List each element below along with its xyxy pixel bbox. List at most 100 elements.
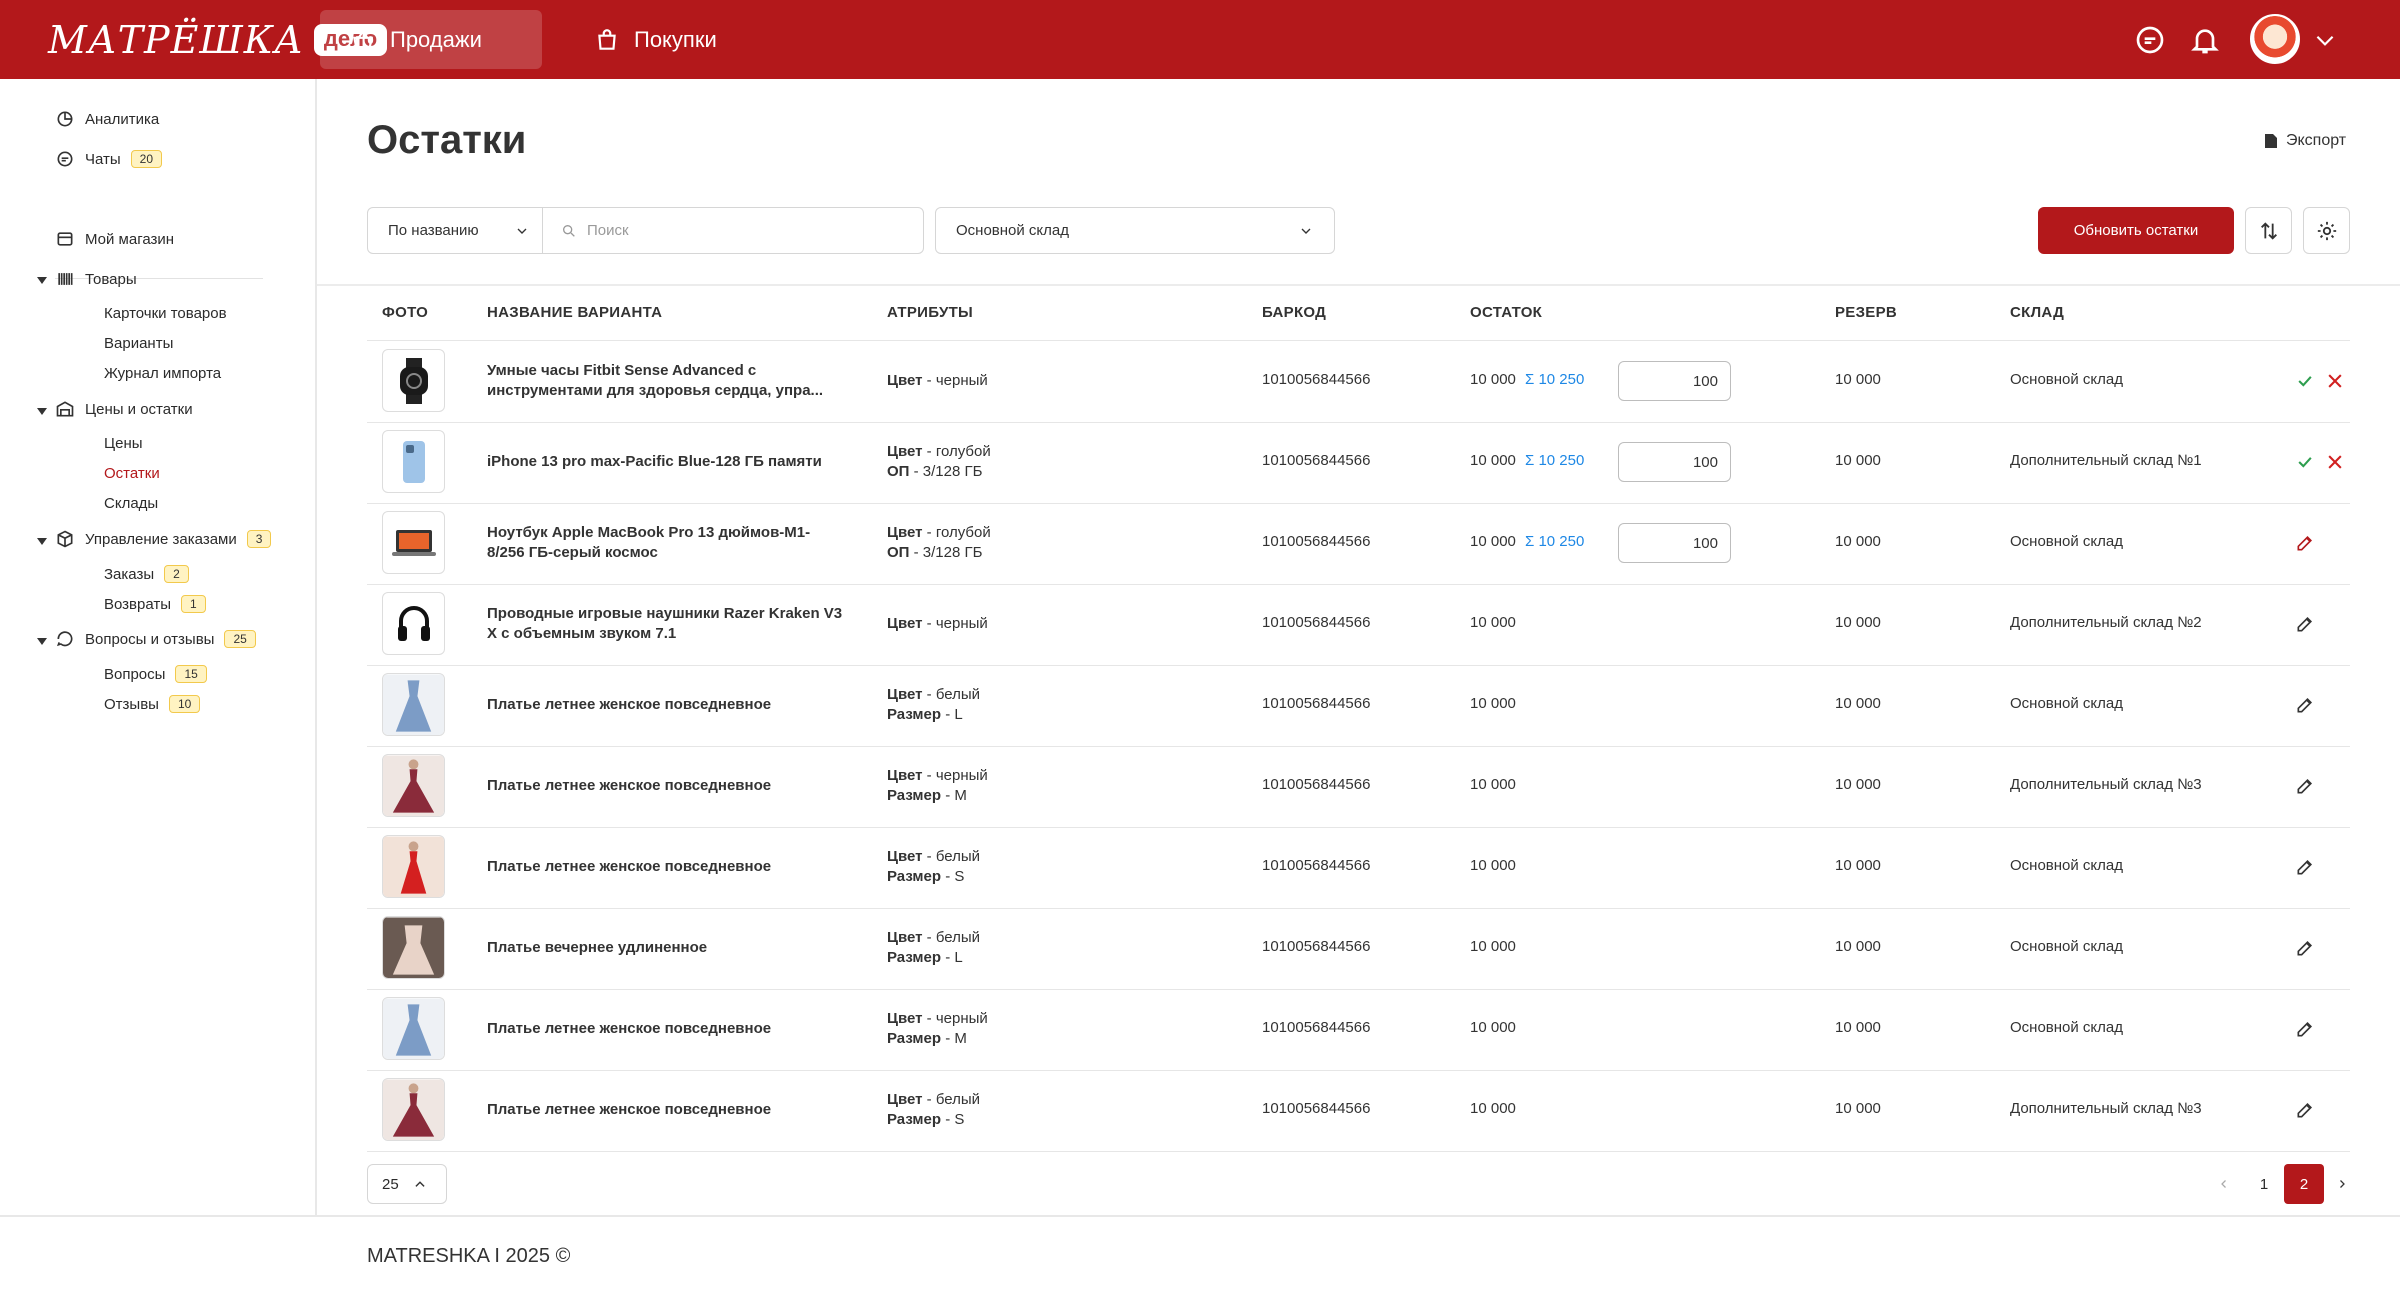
- check-icon[interactable]: [2295, 452, 2315, 472]
- sidebar-item-feedback[interactable]: Вопросы и отзывы 25: [55, 629, 256, 649]
- product-photo: [382, 754, 445, 817]
- export-button[interactable]: Экспорт: [2264, 132, 2346, 150]
- edit-pencil-icon[interactable]: [2295, 1100, 2315, 1120]
- sidebar-subitem-orders[interactable]: Заказы 2: [104, 565, 189, 583]
- tab-sales[interactable]: Продажи: [320, 10, 542, 69]
- stock-quantity-input[interactable]: [1618, 442, 1731, 482]
- sidebar-subitem-import-log[interactable]: Журнал импорта: [104, 365, 221, 382]
- variant-name[interactable]: Проводные игровые наушники Razer Kraken …: [487, 604, 847, 644]
- expand-caret-icon[interactable]: [37, 408, 47, 415]
- stock-quantity-input[interactable]: [1618, 361, 1731, 401]
- update-stock-button[interactable]: Обновить остатки: [2038, 207, 2234, 254]
- stock-value: 10 000: [1470, 857, 1516, 874]
- sigma-icon: Σ: [1525, 533, 1535, 550]
- sidebar-subitem-returns[interactable]: Возвраты 1: [104, 595, 206, 613]
- sigma-icon: Σ: [1525, 371, 1535, 388]
- edit-pencil-icon[interactable]: [2295, 533, 2315, 553]
- table-row[interactable]: Умные часы Fitbit Sense Advanced с инстр…: [367, 341, 2350, 423]
- column-header-stock: ОСТАТОК: [1470, 304, 1543, 321]
- search-input[interactable]: Поиск: [542, 207, 924, 254]
- product-photo: [382, 349, 445, 412]
- settings-button[interactable]: [2303, 207, 2350, 254]
- check-icon[interactable]: [2295, 371, 2315, 391]
- sidebar-subitem-questions[interactable]: Вопросы 15: [104, 665, 207, 683]
- variant-name[interactable]: Умные часы Fitbit Sense Advanced с инстр…: [487, 361, 847, 401]
- table-row[interactable]: Платье летнее женское повседневное Цвет -…: [367, 746, 2350, 828]
- sidebar-subitem-stock[interactable]: Остатки: [104, 465, 160, 482]
- page-button[interactable]: 1: [2252, 1164, 2276, 1204]
- table-row[interactable]: Ноутбук Apple MacBook Pro 13 дюймов-M1-8…: [367, 503, 2350, 585]
- table-row[interactable]: Платье летнее женское повседневное Цвет -…: [367, 827, 2350, 909]
- variant-name[interactable]: Платье летнее женское повседневное: [487, 695, 847, 715]
- footer-copyright: MATRESHKA I 2025 ©: [367, 1245, 571, 1267]
- variant-name[interactable]: Платье летнее женское повседневное: [487, 1019, 847, 1039]
- edit-pencil-icon[interactable]: [2295, 857, 2315, 877]
- expand-caret-icon[interactable]: [37, 538, 47, 545]
- sidebar-item-prices[interactable]: Цены и остатки: [55, 399, 193, 419]
- edit-pencil-icon[interactable]: [2295, 695, 2315, 715]
- table-row[interactable]: Платье вечернее удлиненное Цвет - белый Ра…: [367, 908, 2350, 990]
- warehouse-select[interactable]: Основной склад: [935, 207, 1335, 254]
- reserve-value: 10 000: [1835, 533, 1881, 550]
- stock-value: 10 000: [1470, 452, 1516, 469]
- chat-icon[interactable]: [2134, 24, 2166, 56]
- table-row[interactable]: iPhone 13 pro max-Pacific Blue-128 ГБ па…: [367, 422, 2350, 504]
- product-photo: [382, 1078, 445, 1141]
- sidebar-item-chats[interactable]: Чаты 20: [55, 149, 163, 169]
- close-icon[interactable]: [2325, 452, 2345, 472]
- per-page-select[interactable]: 25: [367, 1164, 447, 1204]
- sidebar-subitem-prices[interactable]: Цены: [104, 435, 143, 452]
- page-button-current[interactable]: 2: [2284, 1164, 2324, 1204]
- sort-button[interactable]: [2245, 207, 2292, 254]
- prev-page-button[interactable]: [2212, 1164, 2236, 1204]
- attr-key: Размер: [887, 949, 942, 966]
- tab-purchases-label: Покупки: [634, 26, 717, 52]
- sidebar-item-analytics[interactable]: Аналитика: [55, 109, 159, 129]
- variant-name[interactable]: iPhone 13 pro max-Pacific Blue-128 ГБ па…: [487, 452, 847, 472]
- product-photo: [382, 430, 445, 493]
- stock-value: 10 000: [1470, 614, 1516, 631]
- table-row[interactable]: Проводные игровые наушники Razer Kraken …: [367, 584, 2350, 666]
- bell-icon[interactable]: [2189, 24, 2221, 56]
- sidebar-item-goods[interactable]: Товары: [55, 269, 137, 289]
- sidebar-subitem-warehouses[interactable]: Склады: [104, 495, 158, 512]
- variant-name[interactable]: Платье летнее женское повседневное: [487, 857, 847, 877]
- chevron-down-icon[interactable]: [2312, 24, 2338, 56]
- variant-name[interactable]: Платье вечернее удлиненное: [487, 938, 847, 958]
- sidebar-subitem-reviews[interactable]: Отзывы 10: [104, 695, 201, 713]
- box-icon: [57, 530, 73, 548]
- stock-value: 10 000: [1470, 1100, 1516, 1117]
- expand-caret-icon[interactable]: [37, 277, 47, 284]
- product-photo: [382, 511, 445, 574]
- next-page-button[interactable]: [2330, 1164, 2354, 1204]
- variant-name[interactable]: Платье летнее женское повседневное: [487, 1100, 847, 1120]
- variant-name[interactable]: Ноутбук Apple MacBook Pro 13 дюймов-M1-8…: [487, 523, 847, 563]
- sidebar-item-orders[interactable]: Управление заказами 3: [55, 529, 272, 549]
- tab-purchases[interactable]: Покупки: [564, 10, 764, 69]
- warehouse-name: Дополнительный склад №3: [2010, 1100, 2202, 1117]
- edit-pencil-icon[interactable]: [2295, 938, 2315, 958]
- sidebar-item-my-shop[interactable]: Мой магазин: [55, 229, 174, 249]
- warehouse-name: Основной склад: [2010, 1019, 2124, 1036]
- table-row[interactable]: Платье летнее женское повседневное Цвет -…: [367, 1070, 2350, 1152]
- edit-pencil-icon[interactable]: [2295, 614, 2315, 634]
- attr-key: Цвет: [887, 929, 923, 946]
- attr-key: Цвет: [887, 372, 923, 389]
- stock-quantity-input[interactable]: [1618, 523, 1731, 563]
- close-icon[interactable]: [2325, 371, 2345, 391]
- table-row[interactable]: Платье летнее женское повседневное Цвет -…: [367, 665, 2350, 747]
- variant-name[interactable]: Платье летнее женское повседневное: [487, 776, 847, 796]
- stock-total: Σ 10 250: [1525, 371, 1584, 388]
- sidebar-subitem-cards[interactable]: Карточки товаров: [104, 305, 227, 322]
- edit-pencil-icon[interactable]: [2295, 1019, 2315, 1039]
- table-row[interactable]: Платье летнее женское повседневное Цвет -…: [367, 989, 2350, 1071]
- tab-sales-label: Продажи: [390, 26, 482, 52]
- filter-mode-select[interactable]: По названию: [367, 207, 543, 254]
- edit-pencil-icon[interactable]: [2295, 776, 2315, 796]
- bag-icon: [598, 28, 616, 50]
- expand-caret-icon[interactable]: [37, 638, 47, 645]
- sidebar-subitem-variants[interactable]: Варианты: [104, 335, 173, 352]
- avatar[interactable]: [2250, 14, 2300, 64]
- stock-total-value: 10 250: [1538, 452, 1585, 469]
- attr-key: Размер: [887, 787, 942, 804]
